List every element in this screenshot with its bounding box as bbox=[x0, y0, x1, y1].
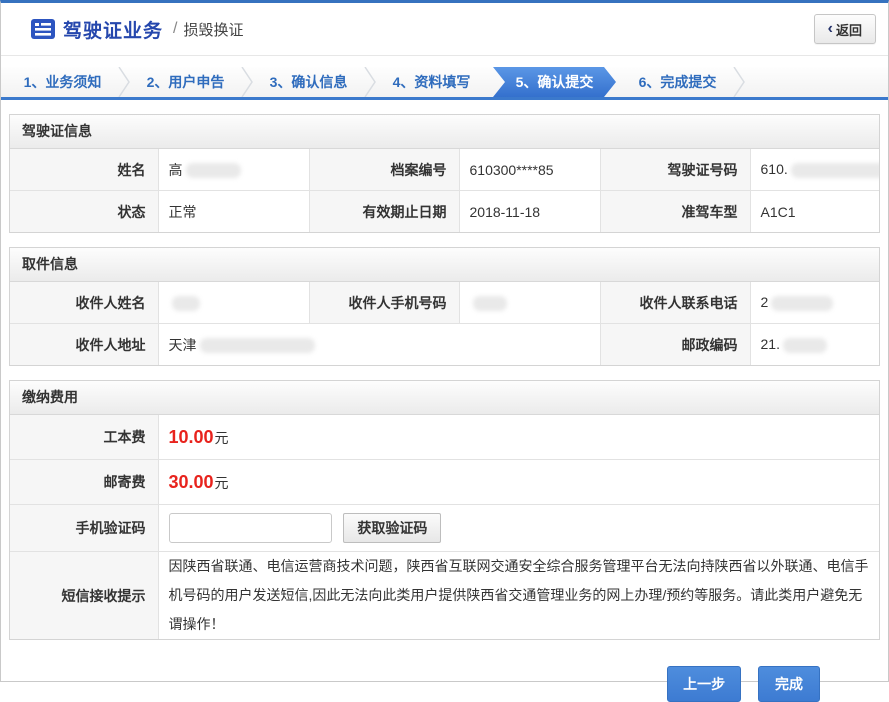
previous-step-button[interactable]: 上一步 bbox=[667, 666, 741, 702]
vehicle-class-label: 准驾车型 bbox=[600, 191, 750, 233]
section-fees-title: 缴纳费用 bbox=[10, 381, 879, 415]
name-value: 高 bbox=[158, 149, 309, 191]
section-license-title: 驾驶证信息 bbox=[10, 115, 879, 149]
chevron-left-icon: ‹ bbox=[828, 21, 833, 37]
section-pickup-title: 取件信息 bbox=[10, 248, 879, 282]
tab-step-3-label: 3、确认信息 bbox=[270, 72, 348, 92]
recipient-mobile-value bbox=[459, 282, 600, 324]
production-fee-label: 工本费 bbox=[10, 415, 158, 460]
section-fees: 缴纳费用 工本费 10.00元 邮寄费 30.00元 手机验证码 bbox=[9, 380, 880, 640]
postage-fee-value: 30.00元 bbox=[158, 460, 879, 505]
license-card-icon bbox=[31, 19, 55, 39]
sms-code-cell: 获取验证码 bbox=[158, 505, 879, 552]
recipient-name-value bbox=[158, 282, 309, 324]
table-row: 邮寄费 30.00元 bbox=[10, 460, 879, 505]
header: 驾驶证业务 / 损毁换证 ‹ 返回 bbox=[1, 3, 888, 56]
postal-code-value: 21. bbox=[750, 324, 879, 366]
recipient-mobile-label: 收件人手机号码 bbox=[309, 282, 459, 324]
section-license-info: 驾驶证信息 姓名 高 档案编号 610300****85 驾驶证号码 610. … bbox=[9, 114, 880, 233]
redacted-overlay bbox=[186, 163, 241, 178]
sms-code-input[interactable] bbox=[169, 513, 332, 543]
recipient-address-value: 天津 bbox=[158, 324, 600, 366]
table-row: 工本费 10.00元 bbox=[10, 415, 879, 460]
footer-actions: 上一步 完成 bbox=[9, 654, 880, 702]
postage-fee-label: 邮寄费 bbox=[10, 460, 158, 505]
name-label: 姓名 bbox=[10, 149, 158, 191]
pickup-info-table: 收件人姓名 收件人手机号码 收件人联系电话 2 收件人地址 天津 邮政编码 21… bbox=[10, 282, 879, 365]
table-row: 短信接收提示 因陕西省联通、电信运营商技术问题，陕西省互联网交通安全综合服务管理… bbox=[10, 552, 879, 640]
fees-table: 工本费 10.00元 邮寄费 30.00元 手机验证码 获取验证码 bbox=[10, 415, 879, 639]
table-row: 收件人地址 天津 邮政编码 21. bbox=[10, 324, 879, 366]
recipient-tel-label: 收件人联系电话 bbox=[600, 282, 750, 324]
tab-step-4[interactable]: 4、资料填写 bbox=[370, 67, 493, 97]
status-value: 正常 bbox=[158, 191, 309, 233]
file-number-label: 档案编号 bbox=[309, 149, 459, 191]
sms-notice-label: 短信接收提示 bbox=[10, 552, 158, 640]
tab-step-1-label: 1、业务须知 bbox=[24, 72, 102, 92]
redacted-overlay bbox=[791, 163, 879, 178]
section-pickup-info: 取件信息 收件人姓名 收件人手机号码 收件人联系电话 2 收件人地址 天津 邮政… bbox=[9, 247, 880, 366]
valid-until-value: 2018-11-18 bbox=[459, 191, 600, 233]
table-row: 状态 正常 有效期止日期 2018-11-18 准驾车型 A1C1 bbox=[10, 191, 879, 233]
redacted-overlay bbox=[771, 296, 833, 311]
production-fee-amount: 10.00 bbox=[169, 427, 214, 447]
tab-step-3[interactable]: 3、确认信息 bbox=[247, 67, 370, 97]
redacted-overlay bbox=[783, 338, 827, 353]
tab-step-5-label: 5、确认提交 bbox=[516, 72, 594, 92]
finish-button[interactable]: 完成 bbox=[758, 666, 820, 702]
page: 驾驶证业务 / 损毁换证 ‹ 返回 1、业务须知 2、用户申告 3、确认信息 4… bbox=[0, 0, 889, 682]
redacted-overlay bbox=[473, 296, 507, 311]
table-row: 手机验证码 获取验证码 bbox=[10, 505, 879, 552]
tab-step-1[interactable]: 1、业务须知 bbox=[1, 67, 124, 97]
get-sms-code-button[interactable]: 获取验证码 bbox=[343, 513, 441, 543]
production-fee-unit: 元 bbox=[215, 430, 229, 446]
sms-notice-text: 因陕西省联通、电信运营商技术问题，陕西省互联网交通安全综合服务管理平台无法向持陕… bbox=[158, 552, 879, 640]
table-row: 收件人姓名 收件人手机号码 收件人联系电话 2 bbox=[10, 282, 879, 324]
tab-step-2[interactable]: 2、用户申告 bbox=[124, 67, 247, 97]
tab-step-6-label: 6、完成提交 bbox=[639, 72, 717, 92]
main-content: 驾驶证信息 姓名 高 档案编号 610300****85 驾驶证号码 610. … bbox=[1, 100, 888, 702]
redacted-overlay bbox=[200, 338, 315, 353]
back-button[interactable]: ‹ 返回 bbox=[814, 14, 876, 44]
table-row: 姓名 高 档案编号 610300****85 驾驶证号码 610. bbox=[10, 149, 879, 191]
production-fee-value: 10.00元 bbox=[158, 415, 879, 460]
redacted-overlay bbox=[172, 296, 200, 311]
back-button-label: 返回 bbox=[836, 20, 862, 39]
breadcrumb-subtitle: 损毁换证 bbox=[183, 19, 243, 40]
tab-separator-icon bbox=[733, 67, 745, 97]
license-number-value: 610. bbox=[750, 149, 879, 191]
postal-code-label: 邮政编码 bbox=[600, 324, 750, 366]
license-number-label: 驾驶证号码 bbox=[600, 149, 750, 191]
sms-code-label: 手机验证码 bbox=[10, 505, 158, 552]
status-label: 状态 bbox=[10, 191, 158, 233]
breadcrumb-separator: / bbox=[173, 20, 177, 38]
postage-fee-unit: 元 bbox=[215, 475, 229, 491]
tab-step-4-label: 4、资料填写 bbox=[393, 72, 471, 92]
page-title: 驾驶证业务 bbox=[63, 16, 163, 43]
vehicle-class-value: A1C1 bbox=[750, 191, 879, 233]
tab-step-2-label: 2、用户申告 bbox=[147, 72, 225, 92]
tab-step-6[interactable]: 6、完成提交 bbox=[616, 67, 739, 97]
license-info-table: 姓名 高 档案编号 610300****85 驾驶证号码 610. 状态 正常 … bbox=[10, 149, 879, 232]
valid-until-label: 有效期止日期 bbox=[309, 191, 459, 233]
recipient-name-label: 收件人姓名 bbox=[10, 282, 158, 324]
tab-step-5-active[interactable]: 5、确认提交 bbox=[493, 67, 616, 97]
recipient-address-label: 收件人地址 bbox=[10, 324, 158, 366]
step-tabs: 1、业务须知 2、用户申告 3、确认信息 4、资料填写 5、确认提交 6、完成提… bbox=[1, 67, 888, 100]
postage-fee-amount: 30.00 bbox=[169, 472, 214, 492]
recipient-tel-value: 2 bbox=[750, 282, 879, 324]
file-number-value: 610300****85 bbox=[459, 149, 600, 191]
